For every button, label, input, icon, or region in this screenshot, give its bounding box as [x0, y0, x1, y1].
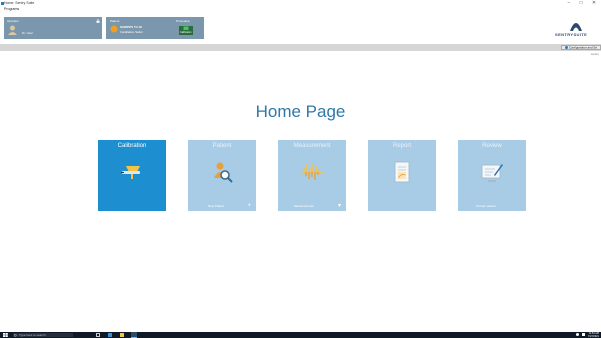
title-bar: Home: Sentry Suite − □ ✕	[0, 0, 601, 7]
patient-subtitle: Installation Sailor	[120, 30, 143, 34]
waveform-icon	[301, 163, 323, 180]
add-patient-button[interactable]: +	[247, 203, 251, 209]
file-explorer-icon[interactable]	[120, 333, 124, 337]
tile-footer: New Patient +	[188, 201, 256, 211]
close-button[interactable]: ✕	[590, 0, 598, 7]
procedure-badge[interactable]: Calibration	[179, 26, 193, 35]
tile-review[interactable]: Review Current patient	[458, 140, 526, 211]
tile-label: Patient	[212, 143, 232, 149]
patient-name: SCRIPPS T4 18	[120, 25, 142, 29]
operator-label: Operator	[7, 19, 19, 23]
user-line: sentry	[590, 52, 599, 56]
window-title: Home: Sentry Suite	[4, 1, 35, 5]
configuration-label: Configuration and Se	[568, 45, 597, 50]
user-avatar-icon	[8, 25, 17, 35]
network-icon[interactable]	[576, 333, 579, 336]
maximize-button[interactable]: □	[577, 0, 585, 7]
operator-name: Dr. User	[22, 31, 34, 35]
operator-panel[interactable]: Operator Dr. User	[4, 17, 102, 39]
windows-start-icon[interactable]	[3, 333, 8, 337]
tile-report[interactable]: Report	[368, 140, 436, 211]
brand-name: SENTRYSUITE	[555, 32, 588, 37]
sentrysuite-taskbar-icon[interactable]	[131, 332, 137, 338]
tile-label: Report	[392, 143, 411, 149]
minimize-button[interactable]: −	[565, 0, 573, 7]
search-placeholder: Type here to search	[19, 333, 46, 337]
page-title: Home Page	[255, 102, 346, 121]
tile-footer: Current patient	[458, 201, 526, 211]
tile-measurement[interactable]: Measurement Measurements ▾	[278, 140, 346, 211]
patient-panel[interactable]: Patient SCRIPPS T4 18 Installation Sailo…	[106, 17, 204, 39]
toolbar-strip	[0, 44, 601, 51]
taskbar-search[interactable]: Type here to search	[13, 333, 73, 337]
settings-icon	[564, 46, 568, 49]
volume-icon[interactable]	[582, 333, 585, 336]
procedure-label: Procedure	[176, 19, 190, 23]
chevron-down-icon[interactable]: ▾	[338, 203, 341, 209]
tile-footer-label: New Patient	[208, 204, 225, 208]
report-document-icon	[394, 161, 410, 183]
search-icon	[14, 333, 17, 336]
calibration-icon	[121, 166, 140, 179]
configuration-button[interactable]: Configuration and Se	[560, 45, 601, 50]
tile-footer-label: Current patient	[476, 204, 496, 208]
task-view-icon[interactable]	[96, 333, 100, 337]
review-monitor-icon	[481, 164, 503, 182]
tile-footer-label: Measurements	[294, 204, 314, 208]
tile-label: Measurement	[293, 143, 331, 149]
tile-calibration[interactable]: Calibration	[98, 140, 166, 211]
tile-label: Calibration	[117, 143, 147, 149]
edge-browser-icon[interactable]	[108, 333, 112, 337]
menu-bar: Programs	[0, 7, 601, 13]
app-window: Home: Sentry Suite − □ ✕ Programs Operat…	[0, 0, 601, 338]
patient-label: Patient	[110, 19, 120, 23]
menu-programs[interactable]: Programs	[4, 7, 19, 11]
procedure-value: Calibration	[180, 31, 192, 34]
patient-search-icon	[214, 162, 233, 183]
tile-footer: Measurements ▾	[278, 201, 346, 211]
brand-logo: SENTRYSUITE	[555, 19, 597, 39]
taskbar-clock[interactable]: 11:54 AM 7/27/2021	[588, 332, 599, 338]
tile-label: Review	[482, 143, 502, 149]
taskbar: Type here to search 11:54 AM 7/27/2021	[0, 332, 601, 338]
sentrysuite-logo-icon	[570, 23, 582, 31]
patient-status-icon	[110, 25, 118, 33]
lock-icon	[96, 19, 100, 23]
tile-patient[interactable]: Patient New Patient +	[188, 140, 256, 211]
